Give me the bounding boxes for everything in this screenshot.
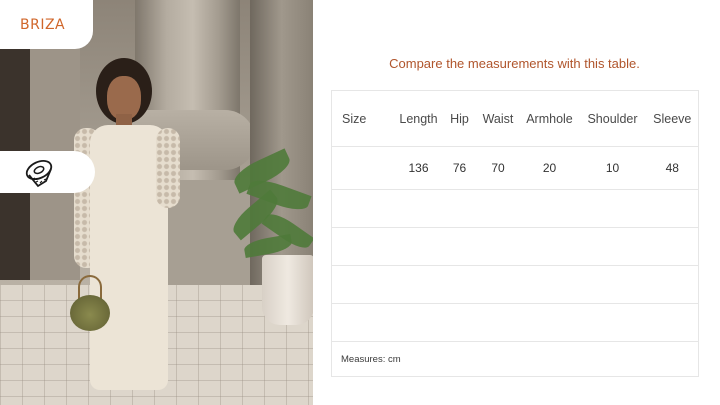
measure-tab[interactable] [0,151,95,193]
empty-row [331,265,699,304]
column-header-shoulder: Shoulder [578,90,647,147]
cell-sleeve: 48 [646,146,699,190]
column-header-waist: Waist [475,90,521,147]
measuring-tape-icon [24,155,58,189]
brand-logo: BRIZA [20,16,66,33]
size-table-caption: Compare the measurements with this table… [389,56,640,71]
column-header-armhole: Armhole [520,90,579,147]
measures-note-row: Measures: cm [331,341,699,377]
photo-bag [70,295,110,331]
column-header-hip: Hip [443,90,476,147]
column-header-size: Size [331,90,394,147]
measures-note: Measures: cm [331,341,699,377]
size-table: Size Length Hip Waist Armhole Shoulder S… [331,90,699,377]
table-row: 136 76 70 20 10 48 [331,146,699,190]
column-header-length: Length [393,90,444,147]
empty-row [331,189,699,228]
logo-tab[interactable]: BRIZA [0,0,93,49]
cell-length: 136 [393,146,444,190]
photo-dress-sleeve [156,128,180,208]
product-photo [0,0,313,405]
empty-row [331,227,699,266]
cell-armhole: 20 [520,146,579,190]
cell-waist: 70 [475,146,521,190]
column-header-sleeve: Sleeve [646,90,699,147]
cell-size [331,146,394,190]
cell-hip: 76 [443,146,476,190]
empty-row [331,303,699,342]
size-table-header: Size Length Hip Waist Armhole Shoulder S… [331,90,699,147]
cell-shoulder: 10 [578,146,647,190]
photo-plant-pot [262,255,313,325]
